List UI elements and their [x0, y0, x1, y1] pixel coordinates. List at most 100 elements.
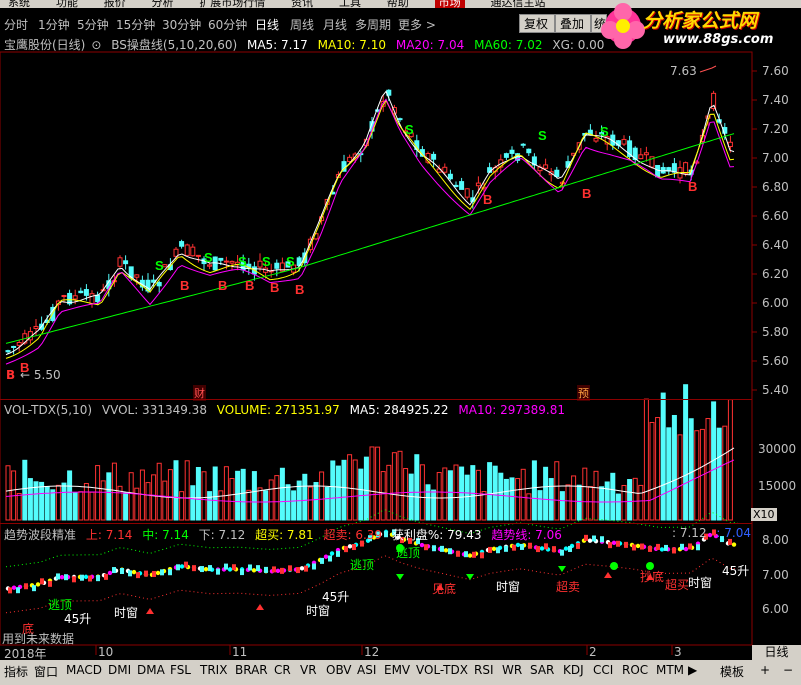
trend-bar — [32, 585, 36, 592]
candle-body — [190, 246, 196, 257]
volume-bar — [27, 478, 33, 521]
trend-bar — [304, 565, 308, 572]
tab-window[interactable]: 窗口 — [34, 663, 58, 680]
trend-axis-label: 6.00 — [762, 602, 789, 616]
candle-body — [274, 262, 280, 269]
volume-bar — [363, 456, 369, 521]
tab-rsi[interactable]: RSI — [474, 663, 494, 677]
vol-ma5-value: MA5: 284925.22 — [349, 403, 449, 417]
trend-bar — [192, 565, 196, 572]
tab-obv[interactable]: OBV — [326, 663, 352, 677]
chart-canvas[interactable]: BB B B B BB B BSS S S SS S S — [0, 0, 801, 660]
trend-bar — [624, 541, 628, 548]
trend-up-value: 上: 7.14 — [85, 528, 133, 542]
vol-indicator-name: VOL-TDX(5,10) — [4, 403, 93, 417]
bottom-signal-label: 见底 — [432, 582, 457, 596]
candle-body — [554, 169, 560, 177]
volume-bar — [442, 467, 448, 521]
candle-body — [16, 342, 22, 346]
candle-body — [643, 152, 649, 156]
volume-bar — [235, 470, 241, 521]
tab-cr[interactable]: CR — [274, 663, 291, 677]
trend-bar — [72, 576, 76, 583]
trend-bar — [616, 540, 620, 547]
trend-axis-label: 8.00 — [762, 533, 789, 547]
trend-bar — [320, 557, 324, 564]
trend-bar — [352, 544, 356, 551]
candle-body — [11, 345, 17, 348]
tab-mtm[interactable]: MTM — [656, 663, 684, 677]
tab-scroll-right[interactable]: ▶ — [688, 663, 697, 677]
trend-bar — [688, 543, 692, 550]
volume-bar — [531, 460, 537, 521]
volume-bar — [223, 466, 229, 521]
candle-body — [464, 188, 470, 198]
volume-bar — [599, 486, 605, 521]
volume-bar — [565, 484, 571, 521]
tab-sar[interactable]: SAR — [530, 663, 554, 677]
buy-signal-marker: B — [245, 278, 254, 293]
tab-asi[interactable]: ASI — [357, 663, 376, 677]
volume-bar — [111, 462, 117, 521]
tab-cci[interactable]: CCI — [593, 663, 613, 677]
trend-dot — [659, 547, 665, 552]
trend-bar — [472, 551, 476, 558]
trend-bar — [40, 578, 44, 585]
candle-body — [543, 164, 549, 169]
trend-bar — [496, 547, 500, 554]
volume-header: VOL-TDX(5,10) VVOL: 331349.38 VOLUME: 27… — [4, 403, 571, 419]
candle-body — [621, 138, 627, 145]
buy-signal-marker: B — [180, 278, 189, 293]
trend-dot — [203, 567, 209, 572]
trend-dot — [419, 542, 425, 548]
trend-dot — [587, 538, 593, 543]
volume-bar — [313, 482, 319, 521]
trend-down-value: 下: 7.12 — [198, 528, 246, 542]
zoom-in-button[interactable]: + — [760, 663, 770, 677]
zoom-out-button[interactable]: − — [783, 663, 793, 677]
tab-template[interactable]: 模板 — [720, 663, 744, 680]
trend-bar — [296, 567, 300, 574]
panel-divider — [0, 523, 752, 524]
volume-value: VOLUME: 271351.97 — [216, 403, 340, 417]
tab-emv[interactable]: EMV — [384, 663, 410, 677]
trend-bar — [600, 536, 604, 543]
tab-kdj[interactable]: KDJ — [563, 663, 584, 677]
low-price-note: ← 5.50 — [20, 368, 61, 382]
trend-bar — [136, 572, 140, 579]
trend-dot — [323, 554, 329, 559]
tab-macd[interactable]: MACD — [66, 663, 102, 677]
volume-bar — [604, 481, 610, 521]
volume-bar — [459, 466, 465, 521]
tab-indicator[interactable]: 指标 — [4, 663, 28, 680]
date-axis: 2018年 10 11 12 2 3 — [0, 645, 752, 661]
trend-bar — [488, 546, 492, 553]
volume-bar — [638, 484, 644, 521]
tab-brar[interactable]: BRAR — [235, 663, 268, 677]
daily-period-button[interactable]: 日线 — [752, 645, 801, 660]
volume-bar — [347, 454, 353, 521]
tab-dma[interactable]: DMA — [137, 663, 165, 677]
tab-dmi[interactable]: DMI — [108, 663, 131, 677]
trend-bar — [48, 580, 52, 587]
volume-bar — [95, 465, 101, 521]
trend-bar — [560, 549, 564, 556]
trend-bar — [280, 567, 284, 574]
sell-signal-marker: S — [155, 258, 164, 273]
escape-top-label: 逃顶 — [350, 558, 375, 572]
candle-body — [61, 295, 67, 298]
tab-roc[interactable]: ROC — [622, 663, 648, 677]
trend-bar — [256, 565, 260, 572]
tab-fsl[interactable]: FSL — [170, 663, 191, 677]
tab-vol-tdx[interactable]: VOL-TDX — [416, 663, 468, 677]
trend-dot — [35, 582, 41, 587]
tab-wr[interactable]: WR — [502, 663, 522, 677]
volume-bar — [582, 467, 588, 521]
trend-right-value: : 7.12 — [672, 526, 707, 540]
tab-vr[interactable]: VR — [300, 663, 317, 677]
trend-dot — [179, 564, 185, 569]
sell-signal-marker: S — [286, 254, 295, 269]
tab-trix[interactable]: TRIX — [200, 663, 227, 677]
buy-signal-marker: B — [582, 186, 591, 201]
volume-bar — [291, 490, 297, 521]
